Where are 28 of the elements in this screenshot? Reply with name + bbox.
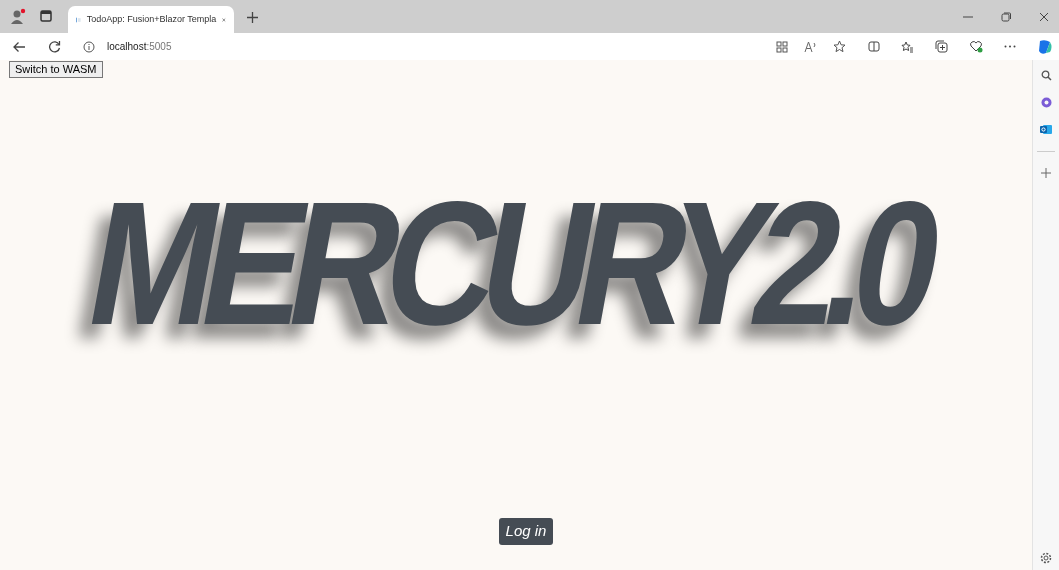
search-icon[interactable] — [1040, 70, 1052, 81]
browser-tab[interactable]: TodoApp: Fusion+Blazor Templa — [68, 6, 234, 33]
copilot-icon[interactable] — [1037, 38, 1053, 55]
logo-wordmark: MERCURY2.0 — [74, 175, 946, 351]
star-icon[interactable] — [833, 40, 846, 53]
close-icon[interactable] — [1039, 11, 1049, 22]
close-tab-icon[interactable] — [222, 15, 226, 24]
read-aloud-icon[interactable] — [804, 40, 817, 53]
info-icon[interactable] — [82, 40, 95, 53]
switch-wasm-button[interactable]: Switch to WASM — [9, 61, 103, 78]
mail-icon[interactable] — [1040, 124, 1052, 135]
tab-actions-icon[interactable] — [40, 9, 52, 22]
app-grid-icon[interactable] — [776, 40, 788, 53]
new-tab-icon[interactable] — [246, 11, 259, 24]
back-icon[interactable] — [12, 40, 26, 53]
add-icon[interactable] — [1041, 168, 1051, 178]
restore-icon[interactable] — [1001, 11, 1011, 22]
health-icon[interactable] — [969, 40, 983, 53]
collections-icon[interactable] — [935, 40, 948, 53]
split-screen-icon[interactable] — [868, 41, 880, 52]
tab-title: TodoApp: Fusion+Blazor Templa — [86, 12, 217, 26]
favorites-icon[interactable] — [901, 40, 914, 53]
login-button[interactable]: Log in — [498, 518, 554, 545]
more-icon[interactable] — [1004, 45, 1016, 48]
url-text: localhost:5005 — [106, 40, 172, 54]
settings-icon[interactable] — [1040, 552, 1052, 564]
refresh-icon[interactable] — [48, 40, 61, 53]
profile-icon[interactable] — [10, 7, 26, 24]
